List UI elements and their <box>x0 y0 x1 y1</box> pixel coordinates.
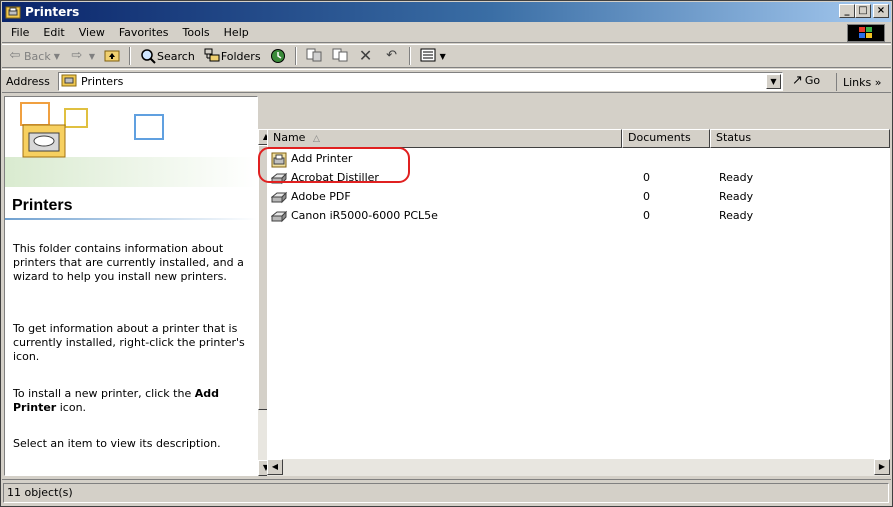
scroll-left-button[interactable]: ◀ <box>267 459 283 475</box>
back-button[interactable]: ⇦ Back ▼ <box>2 45 64 67</box>
address-bar: Address Printers ▼ ↗ Go Links » <box>2 69 891 93</box>
views-icon <box>419 48 437 64</box>
list-item-canon-ir5000[interactable]: Canon iR5000-6000 PCL5e 0 Ready <box>267 206 890 225</box>
windows-logo-icon <box>847 24 885 42</box>
menu-favorites[interactable]: Favorites <box>112 26 176 39</box>
item-documents: 0 <box>643 209 650 222</box>
toolbar: ⇦ Back ▼ ⇨ ▼ Search Folders ✕ ↶ ▼ <box>2 44 891 68</box>
menu-bar: File Edit View Favorites Tools Help <box>2 23 891 43</box>
menu-view[interactable]: View <box>72 26 112 39</box>
address-input[interactable]: Printers ▼ <box>58 72 783 91</box>
column-status-header[interactable]: Status <box>710 129 890 148</box>
forward-dropdown-icon[interactable]: ▼ <box>89 52 95 61</box>
pane-description: This folder contains information about p… <box>13 242 244 283</box>
go-button[interactable]: ↗ Go <box>792 73 820 88</box>
history-button[interactable] <box>265 45 291 67</box>
close-button[interactable]: × <box>873 4 889 18</box>
horizontal-scrollbar[interactable]: ◀ ▶ <box>267 459 890 476</box>
copy-to-icon <box>331 48 349 64</box>
item-documents: 0 <box>643 171 650 184</box>
up-folder-button[interactable] <box>99 45 125 67</box>
views-dropdown-icon[interactable]: ▼ <box>440 52 446 61</box>
column-name-header[interactable]: Name △ <box>267 129 622 148</box>
search-label: Search <box>157 49 195 63</box>
up-folder-icon <box>103 48 121 64</box>
printer-icon <box>270 209 288 223</box>
item-name: Add Printer <box>291 152 353 165</box>
menu-help[interactable]: Help <box>217 26 256 39</box>
list-item-acrobat-distiller[interactable]: Acrobat Distiller 0 Ready <box>267 168 890 187</box>
address-label: Address <box>6 74 50 88</box>
scroll-right-button[interactable]: ▶ <box>874 459 890 475</box>
install-text-prefix: To install a new printer, click the <box>13 387 195 400</box>
copy-to-button[interactable] <box>327 45 353 67</box>
toolbar-separator <box>408 47 411 65</box>
folders-label: Folders <box>220 49 261 63</box>
back-arrow-icon: ⇦ <box>9 48 21 63</box>
install-text-suffix: icon. <box>56 401 87 414</box>
window-title: Printers <box>25 5 80 19</box>
move-to-button[interactable] <box>301 45 327 67</box>
column-name-label: Name <box>273 131 306 144</box>
item-name: Acrobat Distiller <box>291 171 379 184</box>
item-status: Ready <box>719 190 754 203</box>
menu-tools[interactable]: Tools <box>176 26 217 39</box>
printer-icon <box>270 190 288 204</box>
address-value: Printers <box>81 75 124 88</box>
pane-install-text: To install a new printer, click the Add … <box>13 387 253 415</box>
address-dropdown-icon[interactable]: ▼ <box>766 74 781 89</box>
pane-info-text: To get information about a printer that … <box>13 322 245 363</box>
add-printer-icon <box>271 152 287 167</box>
pane-select-text: Select an item to view its description. <box>13 437 221 450</box>
back-label: Back <box>24 49 51 63</box>
delete-button[interactable]: ✕ <box>353 45 379 67</box>
search-icon <box>139 48 157 64</box>
list-item-add-printer[interactable]: Add Printer <box>267 149 890 168</box>
views-button[interactable]: ▼ <box>415 45 450 67</box>
go-arrow-icon: ↗ <box>792 73 803 88</box>
item-documents: 0 <box>643 190 650 203</box>
links-label: Links » <box>843 75 882 89</box>
sort-ascending-icon: △ <box>312 134 320 144</box>
item-name: Adobe PDF <box>291 190 351 203</box>
folders-icon <box>203 48 221 64</box>
back-dropdown-icon[interactable]: ▼ <box>54 52 60 61</box>
status-text: 11 object(s) <box>3 483 889 503</box>
search-button[interactable]: Search <box>135 45 199 67</box>
toolbar-separator <box>129 47 132 65</box>
printer-icon <box>270 171 288 185</box>
go-label: Go <box>804 74 821 87</box>
printer-folder-icon <box>61 73 77 90</box>
forward-arrow-icon: ⇨ <box>71 48 83 63</box>
info-pane: Printers This folder contains informatio… <box>4 96 258 476</box>
item-status: Ready <box>719 209 754 222</box>
move-to-icon <box>305 48 323 64</box>
menu-edit[interactable]: Edit <box>36 26 71 39</box>
status-bar: 11 object(s) <box>2 479 891 506</box>
list-item-adobe-pdf[interactable]: Adobe PDF 0 Ready <box>267 187 890 206</box>
pane-title: Printers <box>12 197 73 214</box>
undo-icon: ↶ <box>386 48 398 63</box>
printer-folder-icon <box>5 4 21 20</box>
menu-file[interactable]: File <box>2 26 36 39</box>
item-name: Canon iR5000-6000 PCL5e <box>291 209 438 222</box>
maximize-button[interactable]: □ <box>855 4 871 18</box>
pane-divider <box>5 218 257 220</box>
history-icon <box>269 48 287 64</box>
forward-button[interactable]: ⇨ ▼ <box>64 45 99 67</box>
folders-button[interactable]: Folders <box>199 45 265 67</box>
undo-button[interactable]: ↶ <box>379 45 405 67</box>
links-button[interactable]: Links » <box>836 73 881 91</box>
toolbar-separator <box>294 47 297 65</box>
printers-window: Printers _ □ × File Edit View Favorites … <box>0 0 893 507</box>
delete-icon: ✕ <box>358 46 373 65</box>
item-status: Ready <box>719 171 754 184</box>
minimize-button[interactable]: _ <box>839 4 855 18</box>
column-documents-header[interactable]: Documents <box>622 129 710 148</box>
title-bar[interactable]: Printers _ □ × <box>2 2 891 22</box>
column-headers: Name △ Documents Status <box>267 129 890 148</box>
